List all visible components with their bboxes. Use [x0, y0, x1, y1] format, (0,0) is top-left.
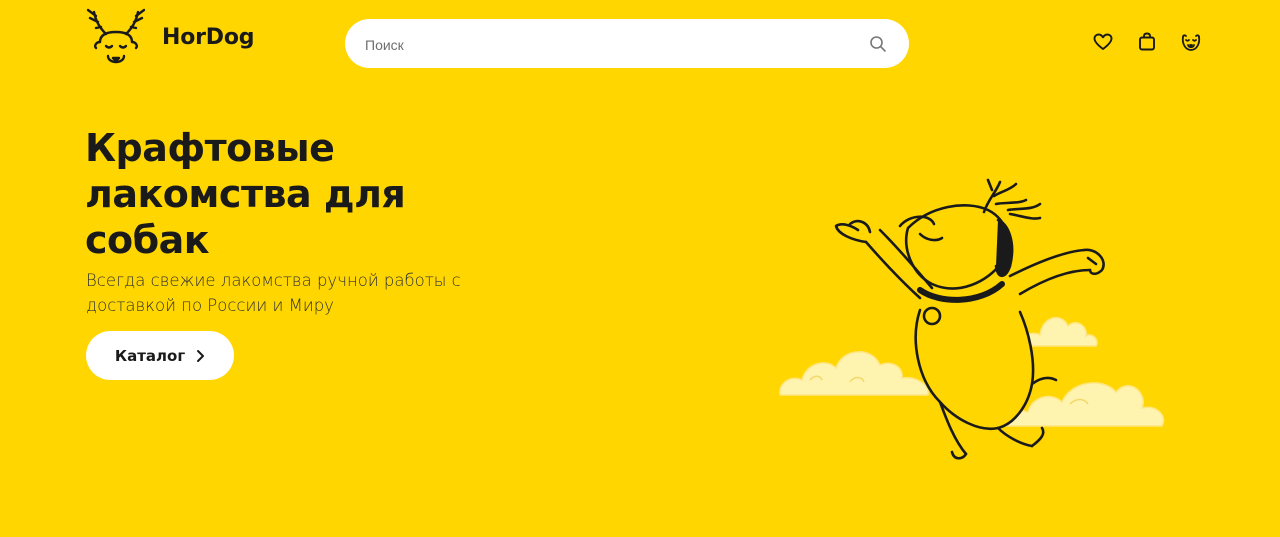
search-input[interactable]	[363, 19, 847, 70]
bag-icon[interactable]	[1136, 31, 1158, 53]
header-actions	[1092, 31, 1202, 53]
logo[interactable]: HorDog	[84, 4, 255, 70]
catalog-button-label: Каталог	[114, 346, 186, 365]
catalog-button[interactable]: Каталог	[86, 331, 234, 380]
dog-face-icon[interactable]	[1180, 31, 1202, 53]
deer-logo-icon	[86, 8, 146, 64]
search-bar[interactable]	[345, 19, 909, 70]
heart-icon[interactable]	[1092, 31, 1114, 53]
logo-text: HorDog	[162, 24, 255, 50]
cloud-left	[779, 351, 929, 396]
hero-subtitle: Всегда свежие лакомства ручной работы с …	[86, 271, 461, 315]
search-icon[interactable]	[869, 35, 887, 53]
cloud-small	[1021, 316, 1098, 347]
hero-title: Крафтовые лакомства для собак	[85, 126, 406, 262]
chevron-right-icon	[197, 349, 205, 362]
flying-dog-illustration	[779, 178, 1165, 460]
